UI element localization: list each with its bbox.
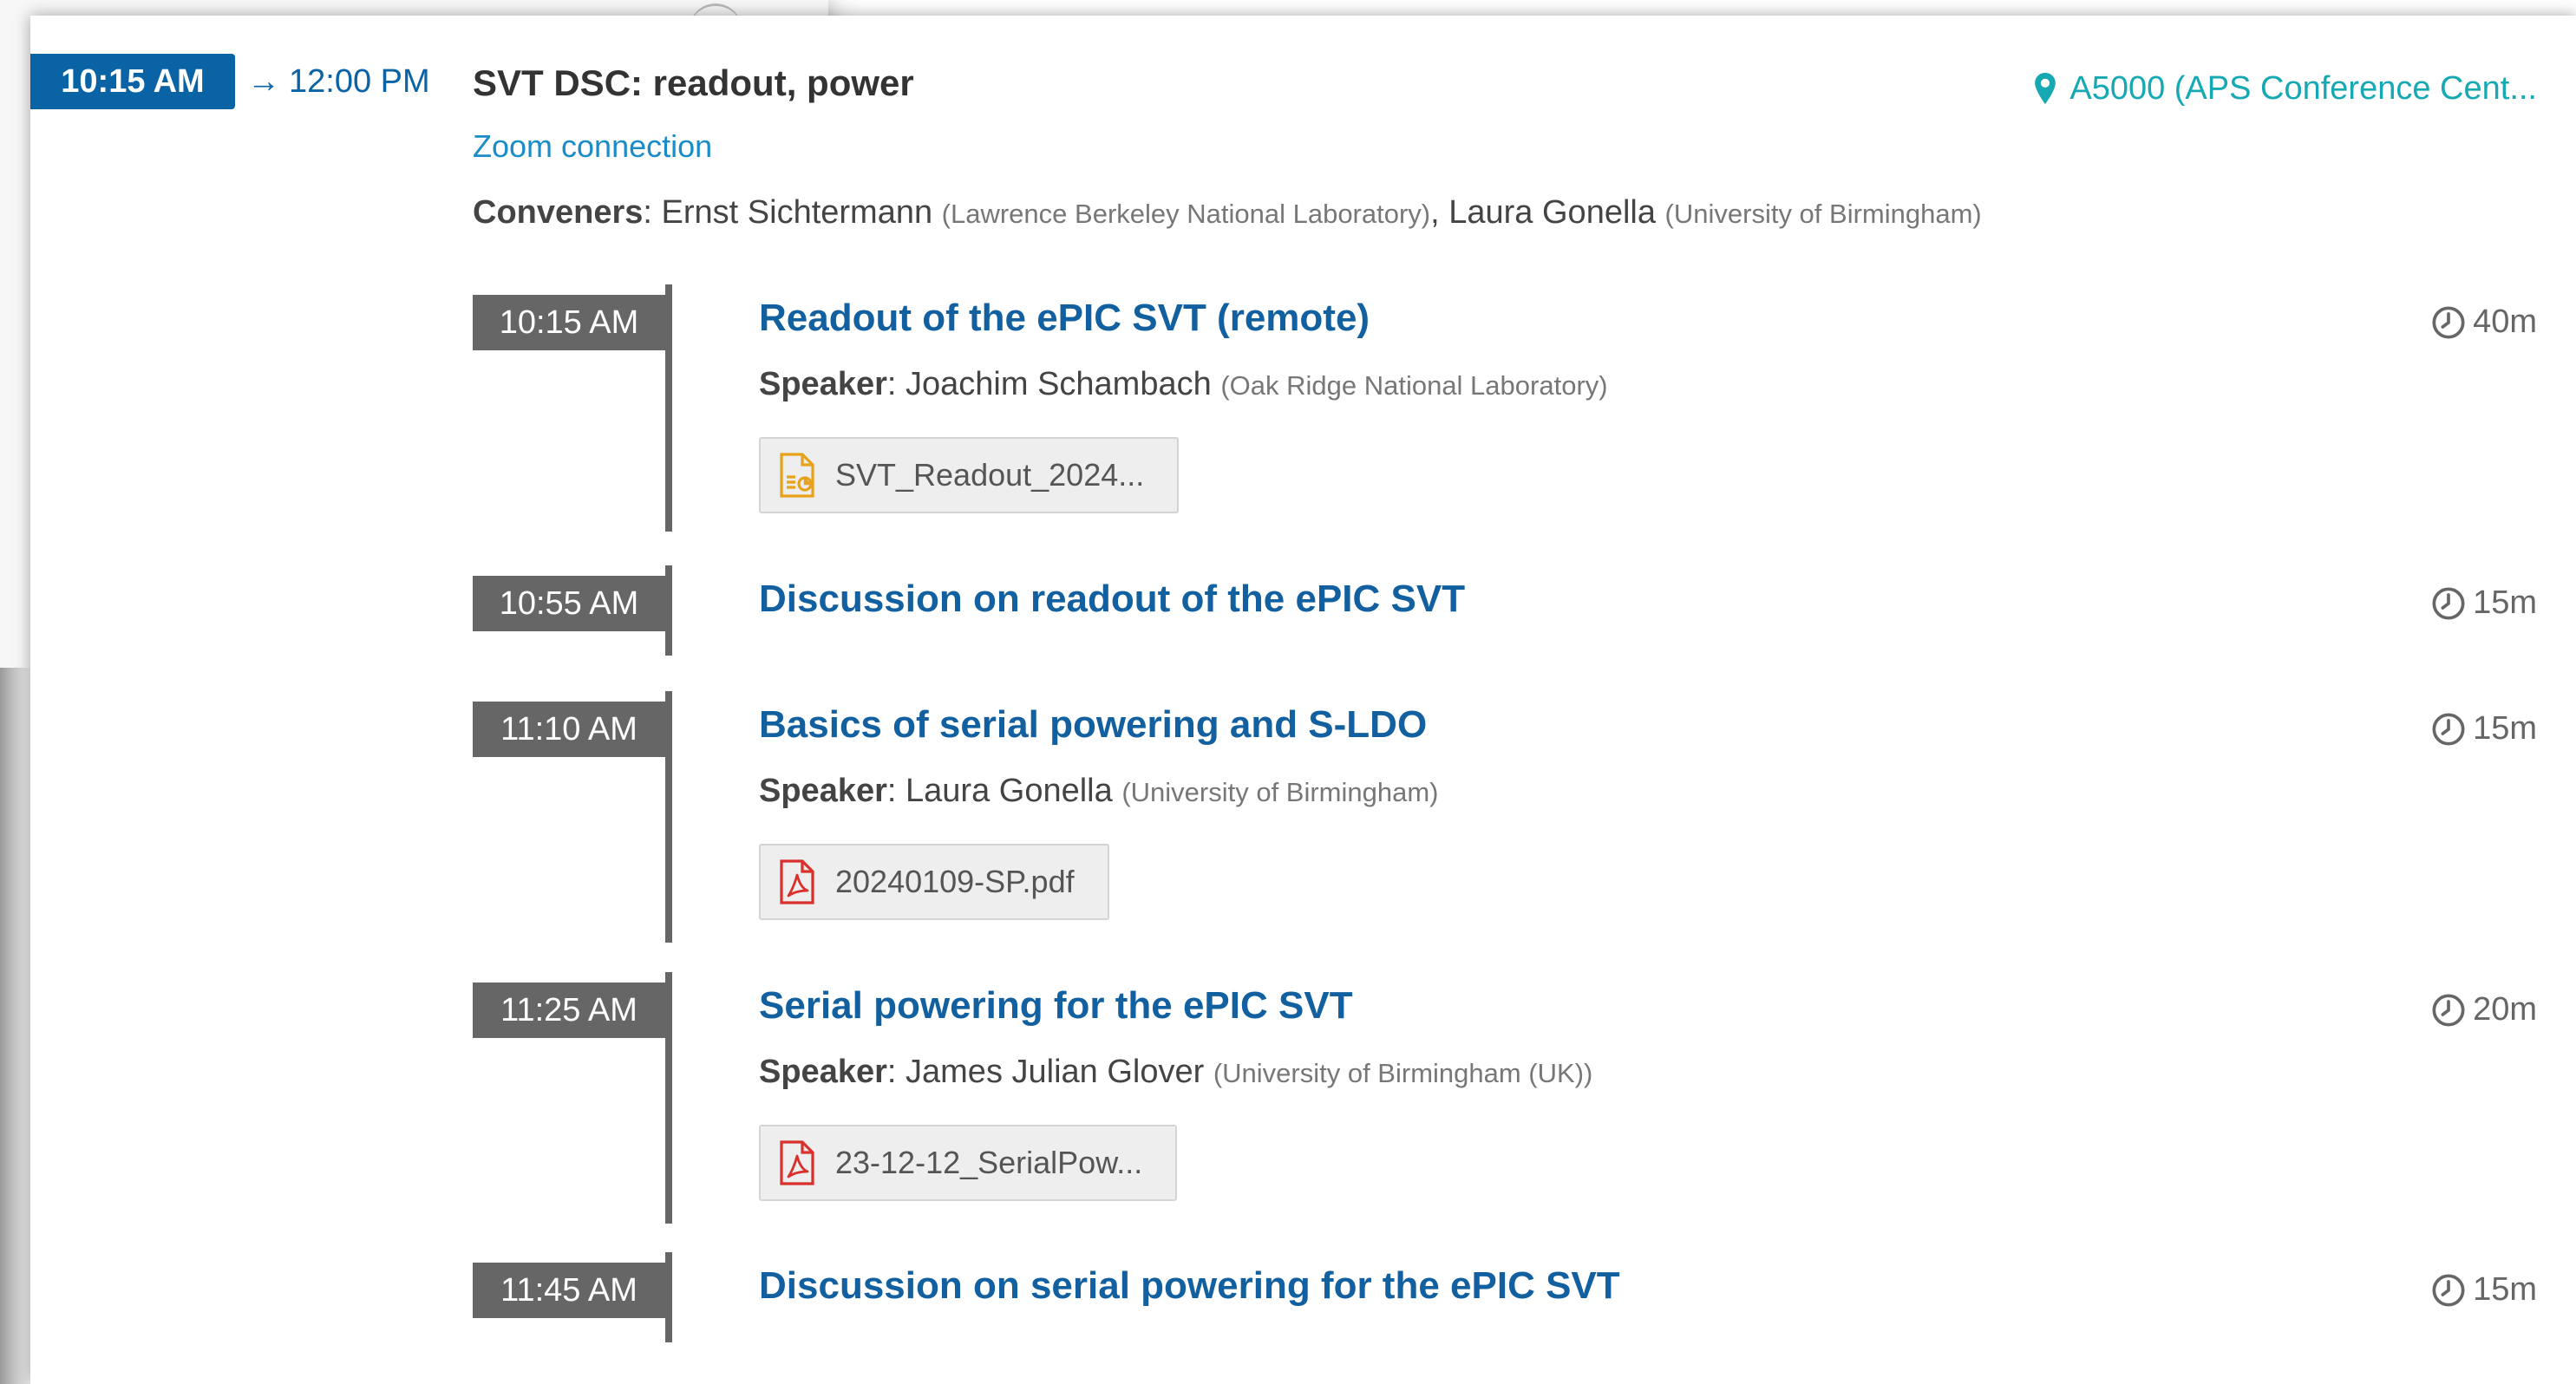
speaker-name: Laura Gonella — [906, 773, 1113, 809]
convener-name: Laura Gonella — [1448, 194, 1656, 231]
contribution-speaker: Speaker: Joachim Schambach (Oak Ridge Na… — [759, 366, 1608, 402]
speaker-name: Joachim Schambach — [906, 366, 1212, 402]
timeline-bar — [665, 1252, 672, 1342]
conveners-label: Conveners — [473, 194, 644, 231]
duration-label: 15m — [2473, 710, 2537, 747]
contribution-time: 10:55 AM — [473, 576, 665, 631]
location-label: A5000 (APS Conference Cent... — [2069, 69, 2537, 107]
pdf-file-icon — [780, 1140, 814, 1185]
speaker-affiliation: (Oak Ridge National Laboratory) — [1220, 370, 1608, 401]
duration-label: 20m — [2473, 991, 2537, 1028]
contribution-title[interactable]: Basics of serial powering and S-LDO — [759, 703, 1427, 747]
contribution-title[interactable]: Readout of the ePIC SVT (remote) — [759, 297, 1370, 340]
contribution-title[interactable]: Serial powering for the ePIC SVT — [759, 984, 1353, 1028]
speaker-name: James Julian Glover — [906, 1054, 1205, 1090]
duration-label: 15m — [2473, 1271, 2537, 1308]
duration-label: 15m — [2473, 584, 2537, 621]
pdf-file-icon — [780, 859, 814, 904]
contribution-title[interactable]: Discussion on readout of the ePIC SVT — [759, 578, 1465, 621]
timeline-bar — [665, 691, 672, 943]
contribution-time: 11:25 AM — [473, 983, 665, 1038]
contribution-duration: 15m — [2431, 1271, 2537, 1309]
arrow-right-icon: → — [247, 62, 280, 100]
conveners: Conveners: Ernst Sichtermann (Lawrence B… — [473, 194, 1982, 231]
presentation-file-icon — [780, 453, 814, 498]
clock-icon — [2432, 713, 2465, 745]
speaker-affiliation: (University of Birmingham) — [1121, 777, 1439, 807]
timeline-bar — [665, 565, 672, 656]
session-location[interactable]: A5000 (APS Conference Cent... — [2033, 64, 2537, 113]
session-end-label: 12:00 PM — [289, 62, 430, 100]
contribution-time: 11:10 AM — [473, 702, 665, 757]
contribution-duration: 20m — [2431, 991, 2537, 1028]
convener-name: Ernst Sichtermann — [661, 194, 933, 231]
speaker-label: Speaker — [759, 773, 887, 809]
attachment-button[interactable]: SVT_Readout_2024... — [759, 437, 1180, 513]
session-card: 10:15 AM → 12:00 PM SVT DSC: readout, po… — [30, 16, 2576, 1384]
contribution-duration: 15m — [2431, 710, 2537, 747]
timeline-bar — [665, 284, 672, 532]
contribution-time: 11:45 AM — [473, 1263, 665, 1318]
session-end-time: → 12:00 PM — [247, 59, 430, 104]
speaker-label: Speaker — [759, 366, 887, 402]
map-pin-icon — [2035, 73, 2056, 104]
contribution-time: 10:15 AM — [473, 295, 665, 350]
clock-icon — [2432, 1274, 2465, 1306]
clock-icon — [2432, 994, 2465, 1026]
convener-affiliation: (University of Birmingham) — [1664, 199, 1982, 229]
attachment-filename: 20240109-SP.pdf — [835, 864, 1075, 899]
speaker-affiliation: (University of Birmingham (UK)) — [1213, 1058, 1593, 1088]
contribution-speaker: Speaker: Laura Gonella (University of Bi… — [759, 773, 1439, 809]
contribution-duration: 15m — [2431, 584, 2537, 622]
attachment-button[interactable]: 20240109-SP.pdf — [759, 844, 1109, 920]
zoom-connection-link[interactable]: Zoom connection — [473, 128, 712, 165]
duration-label: 40m — [2473, 304, 2537, 340]
attachment-filename: SVT_Readout_2024... — [835, 457, 1145, 493]
contribution-title[interactable]: Discussion on serial powering for the eP… — [759, 1264, 1620, 1308]
background-shadow — [0, 668, 35, 1384]
speaker-label: Speaker — [759, 1054, 887, 1090]
contribution-duration: 40m — [2431, 304, 2537, 341]
attachment-filename: 23-12-12_SerialPow... — [835, 1145, 1143, 1180]
timeline-bar — [665, 972, 672, 1224]
session-title: SVT DSC: readout, power — [473, 62, 914, 103]
clock-icon — [2432, 587, 2465, 619]
convener-affiliation: (Lawrence Berkeley National Laboratory) — [941, 199, 1431, 229]
attachment-button[interactable]: 23-12-12_SerialPow... — [759, 1125, 1178, 1201]
contribution-speaker: Speaker: James Julian Glover (University… — [759, 1054, 1593, 1090]
clock-icon — [2432, 306, 2465, 338]
session-start-time: 10:15 AM — [30, 54, 235, 109]
